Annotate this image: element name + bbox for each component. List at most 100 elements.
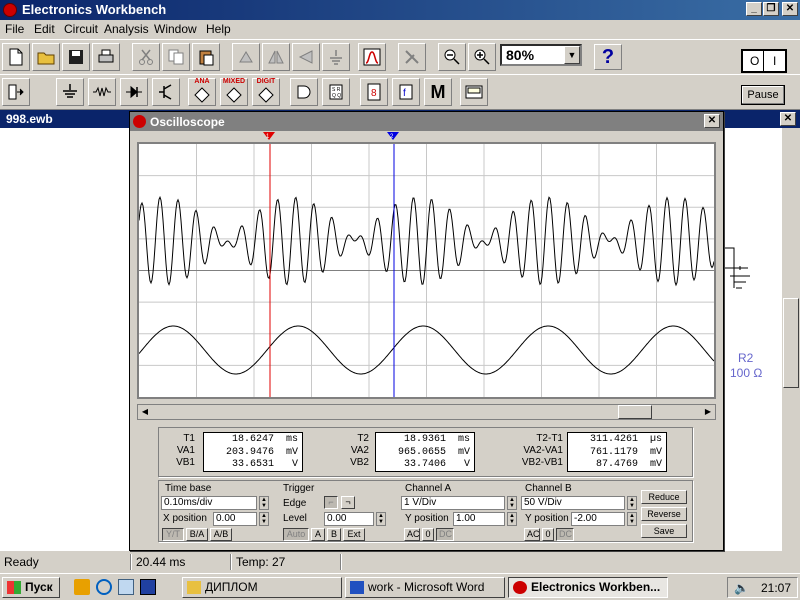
- save-button[interactable]: [62, 43, 90, 71]
- print-button[interactable]: [92, 43, 120, 71]
- menu-window[interactable]: Window: [154, 22, 197, 36]
- show-desktop-icon[interactable]: [140, 579, 156, 595]
- miscellaneous-bin-button[interactable]: M: [424, 78, 452, 106]
- channel-b-dc-button[interactable]: DC: [556, 528, 574, 541]
- menu-help[interactable]: Help: [206, 22, 231, 36]
- vb1-readout: 33.6531 V: [231, 459, 298, 470]
- minimize-button[interactable]: _: [746, 2, 762, 16]
- trigger-auto-button[interactable]: Auto: [283, 528, 309, 541]
- channel-a-dc-button[interactable]: DC: [436, 528, 454, 541]
- help-button[interactable]: ?: [594, 44, 622, 70]
- analog-ic-bin-button[interactable]: ANA: [188, 78, 216, 106]
- paste-button[interactable]: [192, 43, 220, 71]
- scroll-thumb[interactable]: [618, 405, 652, 419]
- basic-bin-button[interactable]: [88, 78, 116, 106]
- scroll-right-arrow[interactable]: ▶: [701, 405, 715, 419]
- controls-bin-button[interactable]: f: [392, 78, 420, 106]
- channel-b-ypos-field[interactable]: -2.00: [571, 512, 625, 526]
- t1-label: T1: [183, 433, 195, 444]
- task-word[interactable]: work - Microsoft Word: [345, 577, 505, 598]
- ana-label: ANA: [194, 78, 210, 85]
- scroll-left-arrow[interactable]: ◀: [138, 405, 152, 419]
- start-button[interactable]: Пуск: [2, 577, 60, 598]
- document-vertical-scrollbar[interactable]: [782, 128, 800, 551]
- pause-button[interactable]: Pause: [741, 85, 785, 105]
- oscilloscope-screen[interactable]: [137, 142, 716, 399]
- app-logo-icon: [513, 581, 527, 594]
- floppy-disk-icon: [69, 50, 83, 64]
- component-properties-button[interactable]: [322, 43, 350, 71]
- menu-file[interactable]: File: [5, 22, 24, 36]
- mode-yt-button[interactable]: Y/T: [162, 528, 184, 541]
- trigger-level-field[interactable]: 0.00: [324, 512, 374, 526]
- quicklaunch-pen-icon[interactable]: [74, 579, 90, 595]
- flip-horizontal-button[interactable]: [262, 43, 290, 71]
- close-button[interactable]: ✕: [782, 2, 798, 16]
- reduce-button[interactable]: Reduce: [641, 490, 687, 504]
- channel-a-ypos-field[interactable]: 1.00: [453, 512, 505, 526]
- channel-b-ac-button[interactable]: AC: [524, 528, 540, 541]
- instruments-bin-button[interactable]: [460, 78, 488, 106]
- digital-bin-button[interactable]: S RQ Q: [322, 78, 350, 106]
- logic-gates-bin-button[interactable]: [290, 78, 318, 106]
- oscilloscope-close-button[interactable]: ✕: [704, 114, 720, 128]
- rotate-button[interactable]: [232, 43, 260, 71]
- speaker-icon[interactable]: 🔈: [734, 581, 749, 595]
- menu-circuit[interactable]: Circuit: [64, 22, 98, 36]
- x-position-field[interactable]: 0.00: [213, 512, 257, 526]
- task-diploma[interactable]: ДИПЛОМ: [182, 577, 342, 598]
- channel-b-ypos-spinner[interactable]: ▲ ▼: [627, 512, 637, 526]
- channel-b-scale-spinner[interactable]: ▲ ▼: [627, 496, 637, 510]
- channel-a-scale-spinner[interactable]: ▲ ▼: [507, 496, 517, 510]
- restore-button[interactable]: ❐: [763, 2, 779, 16]
- channel-a-ypos-spinner[interactable]: ▲ ▼: [507, 512, 517, 526]
- falling-edge-button[interactable]: ¬: [341, 496, 355, 509]
- mixed-ic-bin-button[interactable]: MIXED: [220, 78, 248, 106]
- x-position-spinner[interactable]: ▲ ▼: [259, 512, 269, 526]
- channel-a-ac-button[interactable]: AC: [404, 528, 420, 541]
- sources-bin-button[interactable]: [56, 78, 84, 106]
- reverse-button[interactable]: Reverse: [641, 507, 687, 521]
- channel-b-zero-button[interactable]: 0: [542, 528, 554, 541]
- timebase-spinner[interactable]: ▲ ▼: [259, 496, 269, 510]
- document-close-button[interactable]: ✕: [780, 112, 796, 126]
- diodes-bin-button[interactable]: [120, 78, 148, 106]
- trigger-b-button[interactable]: B: [327, 528, 341, 541]
- internet-explorer-icon[interactable]: [96, 579, 112, 595]
- open-file-button[interactable]: [32, 43, 60, 71]
- digital-ic-bin-button[interactable]: DIGIT: [252, 78, 280, 106]
- trigger-level-spinner[interactable]: ▲ ▼: [376, 512, 386, 526]
- mode-ba-button[interactable]: B/A: [186, 528, 208, 541]
- favorites-button[interactable]: [2, 78, 30, 106]
- timebase-scale-field[interactable]: 0.10ms/div: [161, 496, 257, 510]
- create-subcircuit-button[interactable]: [398, 43, 426, 71]
- analysis-graphs-button[interactable]: [358, 43, 386, 71]
- channel-a-zero-button[interactable]: 0: [422, 528, 434, 541]
- menu-edit[interactable]: Edit: [34, 22, 55, 36]
- flip-vertical-button[interactable]: [292, 43, 320, 71]
- task-electronics-workbench[interactable]: Electronics Workben...: [508, 577, 668, 598]
- channel-a-scale-field[interactable]: 1 V/Div: [401, 496, 505, 510]
- zoom-level-select[interactable]: 80% ▼: [500, 44, 582, 66]
- cut-button[interactable]: [132, 43, 160, 71]
- zoom-in-button[interactable]: [468, 43, 496, 71]
- transistors-bin-button[interactable]: [152, 78, 180, 106]
- scroll-thumb[interactable]: [783, 298, 799, 388]
- save-data-button[interactable]: Save: [641, 524, 687, 538]
- trigger-a-button[interactable]: A: [311, 528, 325, 541]
- indicators-bin-button[interactable]: 8: [360, 78, 388, 106]
- zoom-out-button[interactable]: [438, 43, 466, 71]
- app-logo-icon: [133, 115, 146, 128]
- copy-button[interactable]: [162, 43, 190, 71]
- mode-ab-button[interactable]: A/B: [210, 528, 232, 541]
- graph-icon: [363, 48, 381, 66]
- new-file-button[interactable]: [2, 43, 30, 71]
- power-switch[interactable]: O I: [741, 49, 787, 73]
- trigger-ext-button[interactable]: Ext: [343, 528, 365, 541]
- outlook-express-icon[interactable]: [118, 579, 134, 595]
- screen-horizontal-scrollbar[interactable]: ◀ ▶: [137, 404, 716, 420]
- menu-analysis[interactable]: Analysis: [104, 22, 149, 36]
- rising-edge-button[interactable]: ⌐: [324, 496, 338, 509]
- channel-b-scale-field[interactable]: 50 V/Div: [521, 496, 625, 510]
- ground-icon: [63, 84, 77, 98]
